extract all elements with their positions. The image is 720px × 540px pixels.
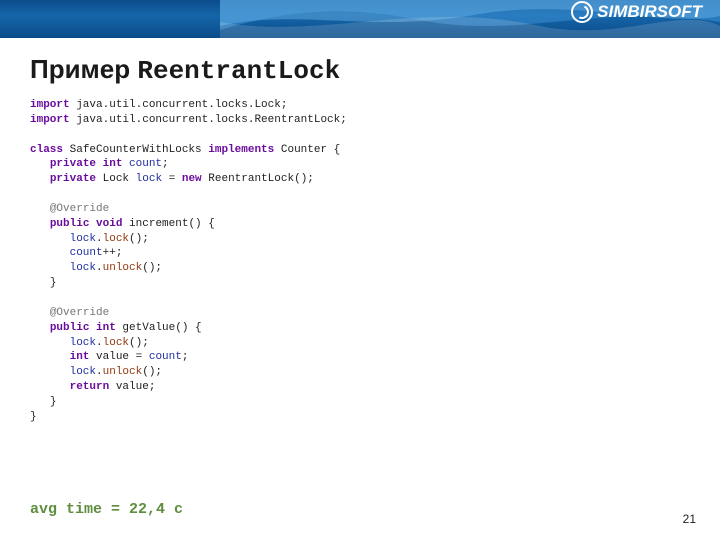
brand-text: SIMBIRSOFT [597, 2, 702, 22]
header-band: SIMBIRSOFT [0, 0, 720, 38]
brand-logo: SIMBIRSOFT [571, 1, 702, 23]
brand-ring-icon [571, 1, 593, 23]
slide-title: Пример ReentrantLock [30, 54, 340, 86]
slide: SIMBIRSOFT Пример ReentrantLock import j… [0, 0, 720, 540]
code-block: import java.util.concurrent.locks.Lock; … [30, 98, 690, 425]
footer-timing: avg time = 22,4 с [30, 501, 183, 518]
page-number: 21 [683, 512, 696, 526]
